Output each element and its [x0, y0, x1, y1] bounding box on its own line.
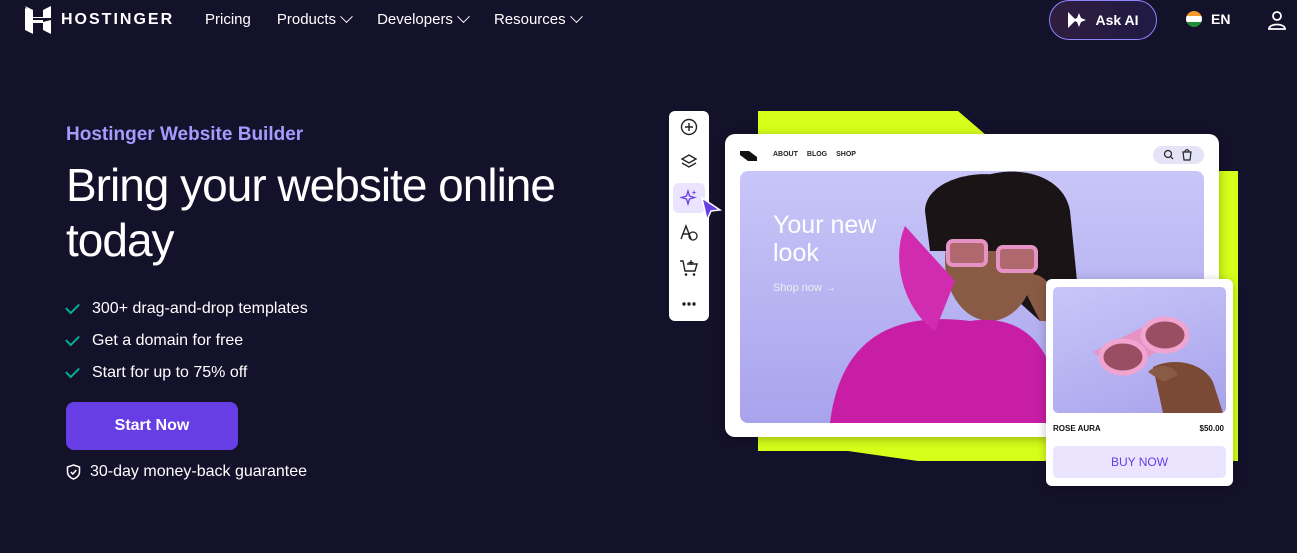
chevron-down-icon — [457, 10, 470, 24]
site-hero-title: Your new look — [773, 211, 877, 267]
brand-logo[interactable]: HOSTINGER — [25, 6, 174, 34]
brand-name: HOSTINGER — [61, 11, 175, 28]
feature-list: 300+ drag-and-drop templates Get a domai… — [65, 293, 308, 389]
site-logo-icon — [740, 151, 757, 161]
page: HOSTINGER Pricing Products Developers Re… — [0, 0, 1297, 553]
feature-text: Start for up to 75% off — [92, 364, 248, 381]
feature-text: 300+ drag-and-drop templates — [92, 300, 308, 317]
nav-item-label: Products — [276, 11, 337, 28]
site-tools — [1153, 146, 1204, 164]
site-nav-item[interactable]: SHOP — [836, 151, 856, 158]
nav-item-label: Pricing — [205, 11, 251, 28]
shield-check-icon — [66, 464, 81, 480]
feature-item: Get a domain for free — [65, 325, 308, 357]
more-icon[interactable] — [669, 289, 709, 319]
top-nav: HOSTINGER Pricing Products Developers Re… — [0, 0, 1297, 40]
nav-links: Pricing Products Developers Resources — [205, 10, 607, 28]
chevron-down-icon — [340, 10, 353, 24]
money-back-guarantee: 30-day money-back guarantee — [66, 463, 307, 481]
check-icon — [65, 331, 80, 347]
nav-item-label: Developers — [377, 11, 453, 28]
cart-icon[interactable] — [669, 253, 709, 283]
check-icon — [65, 299, 80, 315]
site-nav-item[interactable]: BLOG — [807, 151, 827, 158]
nav-item-label: Resources — [493, 11, 566, 28]
india-flag-icon — [1186, 11, 1202, 27]
feature-text: Get a domain for free — [92, 332, 244, 349]
typography-icon[interactable] — [669, 218, 709, 248]
hero-eyebrow: Hostinger Website Builder — [66, 124, 304, 145]
language-selector[interactable]: EN — [1186, 11, 1230, 27]
add-icon[interactable] — [669, 112, 709, 142]
feature-item: Start for up to 75% off — [65, 357, 308, 389]
search-icon — [1163, 149, 1173, 159]
nav-item-resources[interactable]: Resources — [493, 10, 583, 28]
ask-ai-button[interactable]: Ask AI — [1049, 0, 1157, 40]
hostinger-logo-icon — [25, 6, 51, 34]
site-nav-item[interactable]: ABOUT — [773, 151, 798, 158]
cursor-pointer-icon — [700, 196, 722, 222]
user-account-icon[interactable] — [1267, 10, 1287, 30]
product-image — [1053, 287, 1226, 413]
site-nav: ABOUT BLOG SHOP — [773, 151, 856, 158]
hero-headline: Bring your website online today — [66, 159, 556, 266]
bag-icon — [1182, 151, 1192, 161]
language-label: EN — [1211, 11, 1231, 27]
product-name: ROSE AURA — [1053, 424, 1101, 433]
guarantee-text: 30-day money-back guarantee — [90, 463, 308, 480]
buy-now-button[interactable]: BUY NOW — [1053, 446, 1226, 478]
chevron-down-icon — [569, 10, 583, 24]
nav-item-developers[interactable]: Developers — [377, 10, 470, 28]
product-card: ROSE AURA $50.00 BUY NOW — [1046, 279, 1233, 486]
product-price: $50.00 — [1199, 424, 1224, 433]
feature-item: 300+ drag-and-drop templates — [65, 293, 308, 325]
site-hero-link[interactable]: Shop now → — [773, 282, 836, 294]
layers-icon[interactable] — [669, 147, 709, 177]
start-now-button[interactable]: Start Now — [66, 402, 238, 450]
ask-ai-label: Ask AI — [1095, 12, 1139, 28]
ai-sparkle-icon — [1068, 12, 1087, 28]
check-icon — [65, 363, 80, 379]
nav-item-products[interactable]: Products — [276, 10, 353, 28]
nav-item-pricing[interactable]: Pricing — [205, 11, 251, 28]
